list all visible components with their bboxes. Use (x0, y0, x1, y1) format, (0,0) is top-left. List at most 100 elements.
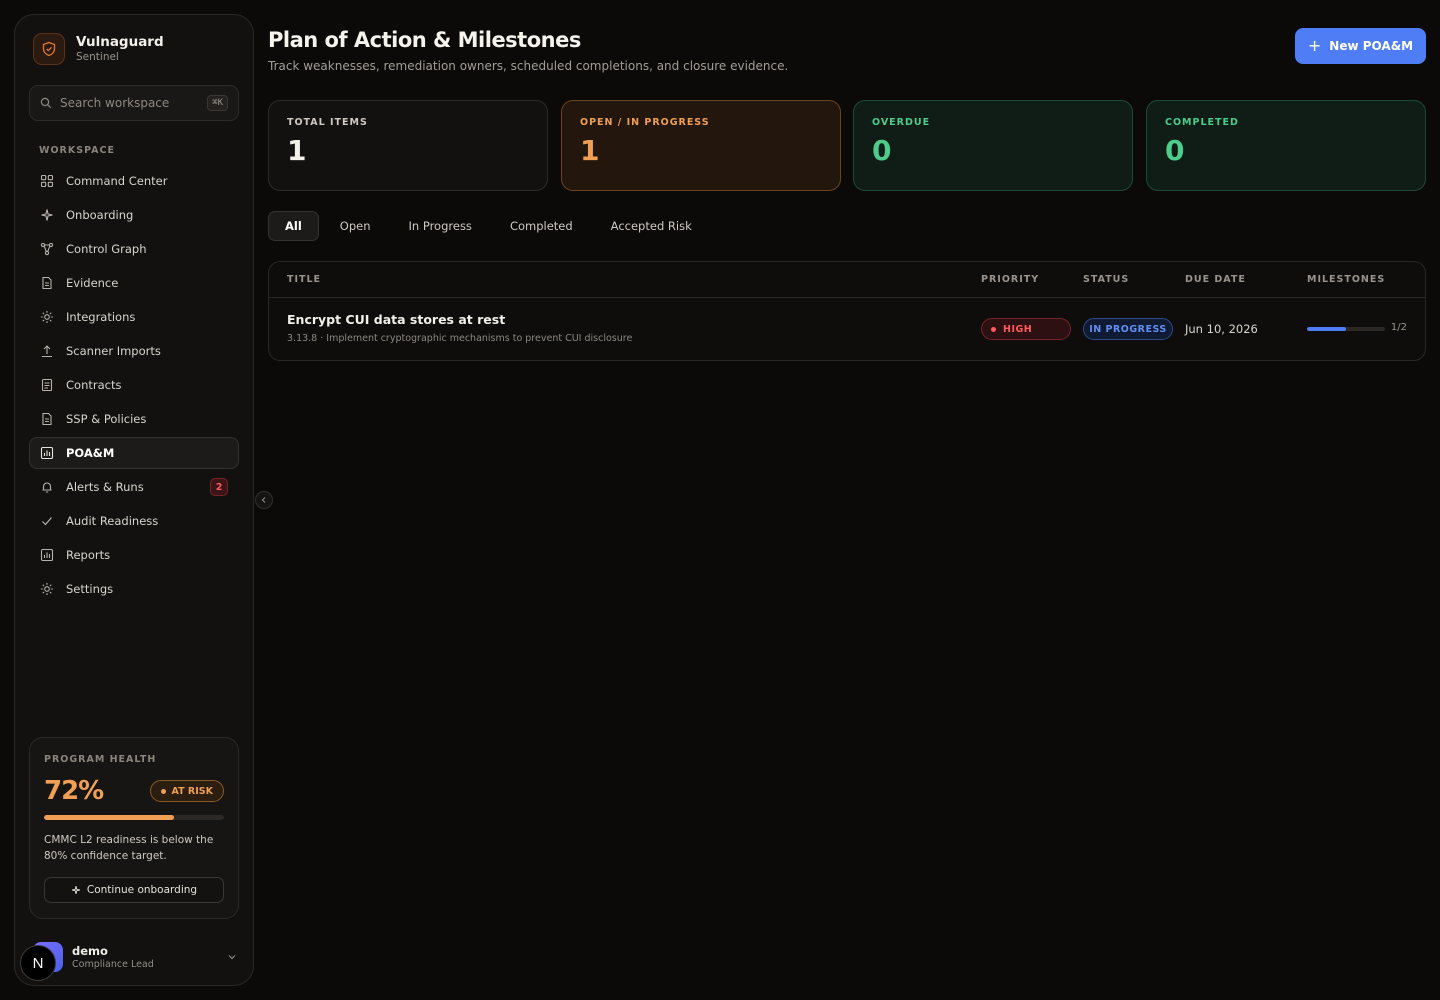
status-badge: AT RISK (149, 780, 224, 802)
status-badge: IN PROGRESS (1083, 318, 1173, 340)
priority-label: HIGH (1003, 323, 1033, 335)
sidebar-item-alerts-runs[interactable]: Alerts & Runs 2 (29, 471, 239, 503)
sidebar-item-command-center[interactable]: Command Center (29, 165, 239, 197)
stat-card-completed: COMPLETED 0 (1146, 100, 1426, 191)
sidebar-item-control-graph[interactable]: Control Graph (29, 233, 239, 265)
collapse-sidebar-button[interactable] (255, 491, 273, 509)
due-date: Jun 10, 2026 (1185, 322, 1258, 336)
sidebar-item-settings[interactable]: Settings (29, 573, 239, 605)
status-badge-label: AT RISK (171, 785, 213, 797)
user-name: demo (72, 943, 108, 958)
sidebar-item-poam[interactable]: POA&M (29, 437, 239, 469)
check-icon (42, 517, 52, 526)
page-title: Plan of Action & Milestones (268, 28, 581, 52)
sidebar-item-reports[interactable]: Reports (29, 539, 239, 571)
shield-icon (33, 33, 65, 65)
search-shortcut: ⌘K (207, 95, 228, 111)
sidebar-item-scanner-imports[interactable]: Scanner Imports (29, 335, 239, 367)
page-subtitle: Track weaknesses, remediation owners, sc… (268, 59, 789, 73)
sidebar-item-label: POA&M (66, 446, 115, 460)
gear-icon (41, 583, 53, 595)
stat-label: COMPLETED (1165, 117, 1239, 128)
program-health-card: PROGRAM HEALTH 72% AT RISK CMMC L2 readi… (29, 737, 239, 919)
file-text-icon (41, 378, 53, 392)
user-role: Compliance Lead (72, 958, 154, 970)
alerts-count-badge: 2 (210, 478, 228, 496)
sidebar-item-onboarding[interactable]: Onboarding (29, 199, 239, 231)
sidebar-item-label: Contracts (66, 378, 122, 392)
tab-all[interactable]: All (268, 211, 319, 241)
grid-icon (40, 174, 54, 188)
bell-icon (42, 482, 52, 493)
milestone-progress-fill (1307, 327, 1346, 331)
program-health-label: PROGRAM HEALTH (44, 754, 157, 765)
new-poam-button[interactable]: + New POA&M (1295, 28, 1426, 64)
column-header-status[interactable]: STATUS (1083, 274, 1129, 285)
chart-icon (40, 548, 54, 562)
sidebar: Vulnaguard Sentinel Search workspace ⌘K … (14, 14, 254, 986)
stat-value: 0 (1165, 134, 1185, 167)
upload-icon (42, 345, 52, 358)
stat-label: OVERDUE (872, 117, 931, 128)
sidebar-item-label: Command Center (66, 174, 168, 188)
plus-icon: + (1307, 36, 1322, 55)
column-header-due-date[interactable]: DUE DATE (1185, 274, 1246, 285)
workspace-section-label: WORKSPACE (39, 145, 115, 156)
document-icon (42, 412, 52, 426)
row-title[interactable]: Encrypt CUI data stores at rest (287, 312, 505, 327)
program-health-progress-fill (44, 815, 174, 820)
continue-onboarding-button[interactable]: Continue onboarding (44, 877, 224, 903)
search-input[interactable]: Search workspace ⌘K (29, 85, 239, 121)
program-health-value: 72% (44, 776, 104, 806)
sidebar-item-label: Integrations (66, 310, 136, 324)
tab-accepted-risk[interactable]: Accepted Risk (594, 211, 709, 241)
tab-completed[interactable]: Completed (493, 211, 590, 241)
status-dot-icon (160, 788, 166, 794)
stat-value: 0 (872, 134, 892, 167)
sidebar-item-label: Audit Readiness (66, 514, 159, 528)
brand[interactable]: Vulnaguard Sentinel (33, 33, 164, 65)
filter-tabs: All Open In Progress Completed Accepted … (268, 211, 713, 241)
column-header-priority[interactable]: PRIORITY (981, 274, 1039, 285)
user-menu[interactable]: demo Compliance Lead (33, 939, 237, 975)
row-subtitle: 3.13.8 · Implement cryptographic mechani… (287, 333, 633, 344)
sidebar-item-contracts[interactable]: Contracts (29, 369, 239, 401)
stat-label: TOTAL ITEMS (287, 117, 368, 128)
sidebar-item-label: Evidence (66, 276, 119, 290)
priority-badge: HIGH (981, 318, 1071, 340)
document-icon (42, 276, 52, 290)
sidebar-item-label: SSP & Policies (66, 412, 147, 426)
sparkle-icon (71, 885, 80, 895)
sidebar-item-audit-readiness[interactable]: Audit Readiness (29, 505, 239, 537)
program-health-progress (44, 815, 224, 820)
search-icon (40, 97, 52, 109)
sun-icon (41, 311, 53, 323)
column-header-title[interactable]: TITLE (287, 274, 321, 285)
poam-table: TITLE PRIORITY STATUS DUE DATE MILESTONE… (268, 261, 1426, 361)
chevron-down-icon (228, 955, 236, 960)
graph-icon (40, 242, 54, 256)
column-header-milestones[interactable]: MILESTONES (1307, 274, 1385, 285)
sidebar-item-label: Onboarding (66, 208, 134, 222)
stat-label: OPEN / IN PROGRESS (580, 117, 710, 128)
sidebar-item-label: Reports (66, 548, 111, 562)
sidebar-item-evidence[interactable]: Evidence (29, 267, 239, 299)
chevron-left-icon (261, 497, 266, 503)
sidebar-item-integrations[interactable]: Integrations (29, 301, 239, 333)
brand-subtitle: Sentinel (76, 51, 119, 63)
sparkle-icon (41, 209, 53, 221)
table-row[interactable]: Encrypt CUI data stores at rest 3.13.8 ·… (269, 298, 1425, 360)
program-health-description: CMMC L2 readiness is below the 80% confi… (44, 834, 214, 862)
milestone-progress (1307, 327, 1385, 331)
sidebar-nav: Command Center Onboarding Control Graph … (29, 165, 239, 607)
table-header: TITLE PRIORITY STATUS DUE DATE MILESTONE… (269, 262, 1425, 298)
tab-in-progress[interactable]: In Progress (392, 211, 489, 241)
stat-value: 1 (287, 134, 307, 167)
continue-onboarding-label: Continue onboarding (86, 884, 198, 896)
sidebar-item-label: Control Graph (66, 242, 147, 256)
dev-tools-badge[interactable]: N (20, 945, 56, 981)
sidebar-item-ssp-policies[interactable]: SSP & Policies (29, 403, 239, 435)
tab-open[interactable]: Open (323, 211, 388, 241)
sidebar-item-label: Settings (66, 582, 114, 596)
search-placeholder: Search workspace (60, 96, 170, 110)
